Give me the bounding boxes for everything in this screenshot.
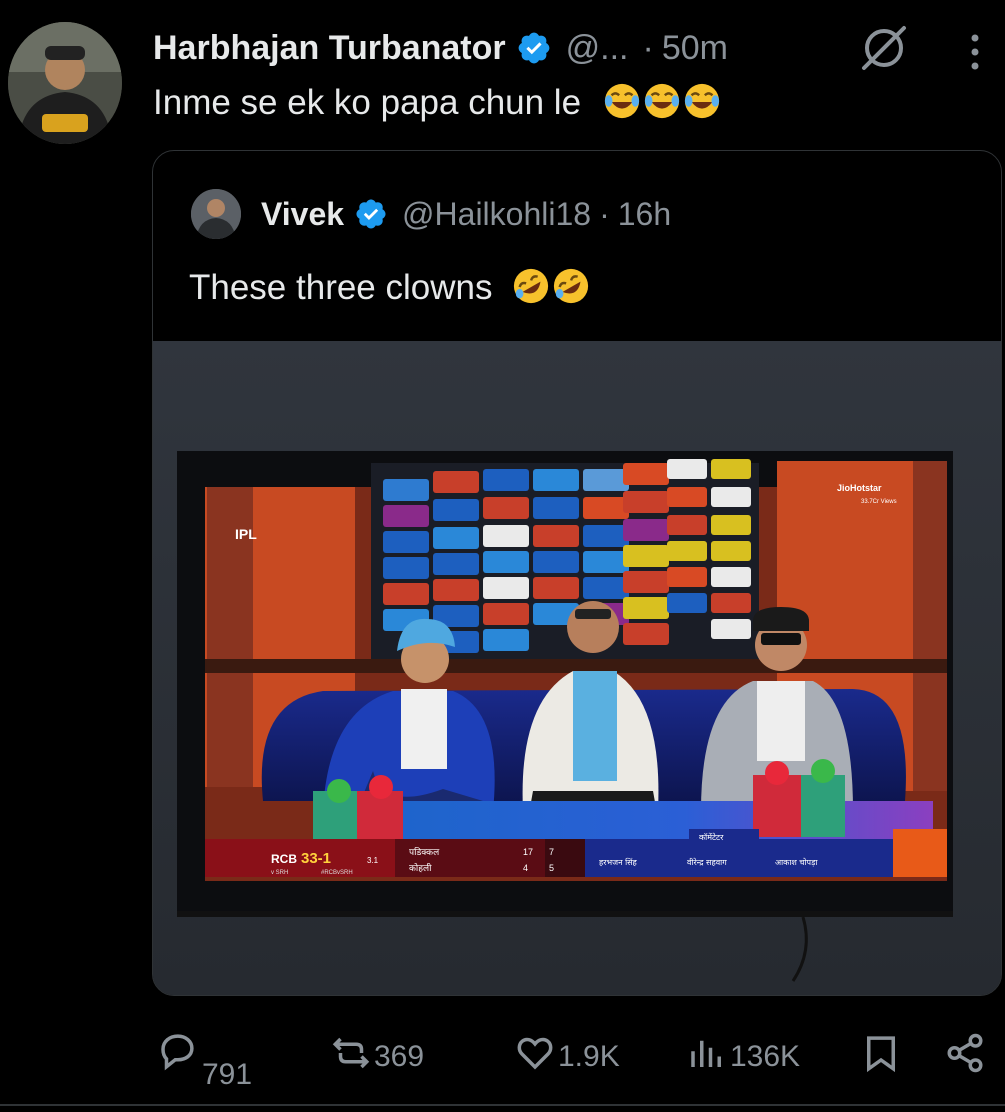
reply-count: 791 bbox=[202, 1058, 253, 1091]
repost-icon bbox=[330, 1032, 372, 1082]
like-icon bbox=[514, 1032, 556, 1082]
quoted-author-name[interactable]: Vivek bbox=[261, 196, 344, 233]
views-count: 136K bbox=[730, 1040, 801, 1073]
grok-icon[interactable] bbox=[858, 22, 910, 74]
quoted-author-handle[interactable]: @Hailkohli18 bbox=[402, 196, 591, 233]
like-count: 1.9K bbox=[558, 1040, 620, 1073]
score-tag: #RCBvSRH bbox=[321, 870, 353, 876]
bookmark-icon bbox=[860, 1032, 902, 1082]
verified-badge-icon bbox=[516, 30, 552, 66]
tweet-body: Inme se ek ko papa chun le bbox=[153, 83, 582, 122]
tweet-time[interactable]: 50m bbox=[662, 29, 728, 68]
batter-one-balls: 7 bbox=[549, 847, 554, 857]
tweet-header: Harbhajan Turbanator @... · 50m bbox=[153, 24, 728, 72]
channel-views: 33.7Cr Views bbox=[861, 499, 897, 505]
bookmark-button[interactable] bbox=[860, 1032, 902, 1082]
commentator-one: हरभजन सिंह bbox=[599, 857, 638, 867]
more-options-icon[interactable] bbox=[963, 28, 987, 76]
share-icon bbox=[944, 1032, 986, 1082]
repost-button[interactable]: 369 bbox=[330, 1032, 424, 1082]
batter-two-runs: 4 bbox=[523, 863, 528, 873]
verified-badge-icon bbox=[354, 197, 388, 231]
separator: · bbox=[642, 28, 654, 67]
rofl-emoji-icon bbox=[512, 267, 550, 305]
score-overs: 3.1 bbox=[367, 856, 379, 865]
quoted-tweet[interactable]: Vivek @Hailkohli18 · 16h These three clo… bbox=[152, 150, 1002, 996]
commentator-heading: कॉमेंटेटर bbox=[699, 832, 724, 842]
commentator-three: आकाश चोपड़ा bbox=[775, 857, 818, 867]
laughing-emoji-icon bbox=[643, 82, 681, 120]
repost-count: 369 bbox=[374, 1040, 425, 1073]
score-opponent: v SRH bbox=[271, 870, 288, 876]
tweet-media-photo[interactable]: RCB 33-1 3.1 v SRH #RCBvSRH पडिक्कल कोहल… bbox=[153, 341, 1001, 995]
author-handle[interactable]: @... bbox=[566, 29, 629, 68]
share-button[interactable] bbox=[944, 1032, 986, 1082]
rofl-emoji-icon bbox=[552, 267, 590, 305]
author-avatar[interactable] bbox=[8, 22, 122, 144]
reply-icon bbox=[156, 1030, 198, 1080]
laughing-emoji-icon bbox=[603, 82, 641, 120]
separator: · bbox=[599, 195, 610, 232]
author-name[interactable]: Harbhajan Turbanator bbox=[153, 29, 506, 68]
batter-two-balls: 5 bbox=[549, 863, 554, 873]
quoted-body: These three clowns bbox=[189, 268, 493, 307]
quoted-text: These three clowns bbox=[189, 267, 590, 308]
league-logo: IPL bbox=[235, 526, 257, 542]
batter-two: कोहली bbox=[409, 862, 432, 874]
reply-button[interactable] bbox=[156, 1030, 198, 1080]
quoted-author-avatar[interactable] bbox=[191, 189, 241, 239]
score-runs: 33-1 bbox=[301, 850, 331, 867]
laughing-emoji-icon bbox=[683, 82, 721, 120]
tweet-text: Inme se ek ko papa chun le bbox=[153, 82, 721, 123]
tweet-actions: 791 369 1.9K 136K bbox=[0, 1020, 1005, 1100]
divider bbox=[0, 1104, 1005, 1106]
batter-one-runs: 17 bbox=[523, 847, 533, 857]
like-button[interactable]: 1.9K bbox=[514, 1032, 620, 1082]
score-team: RCB bbox=[271, 852, 297, 866]
views-button[interactable]: 136K bbox=[686, 1032, 800, 1082]
commentator-two: वीरेन्द्र सहवाग bbox=[687, 857, 727, 867]
quoted-time[interactable]: 16h bbox=[618, 196, 671, 233]
channel-name: JioHotstar bbox=[837, 483, 882, 493]
quoted-header: Vivek @Hailkohli18 · 16h bbox=[261, 191, 671, 237]
batter-one: पडिक्कल bbox=[409, 846, 440, 858]
views-icon bbox=[686, 1032, 728, 1082]
